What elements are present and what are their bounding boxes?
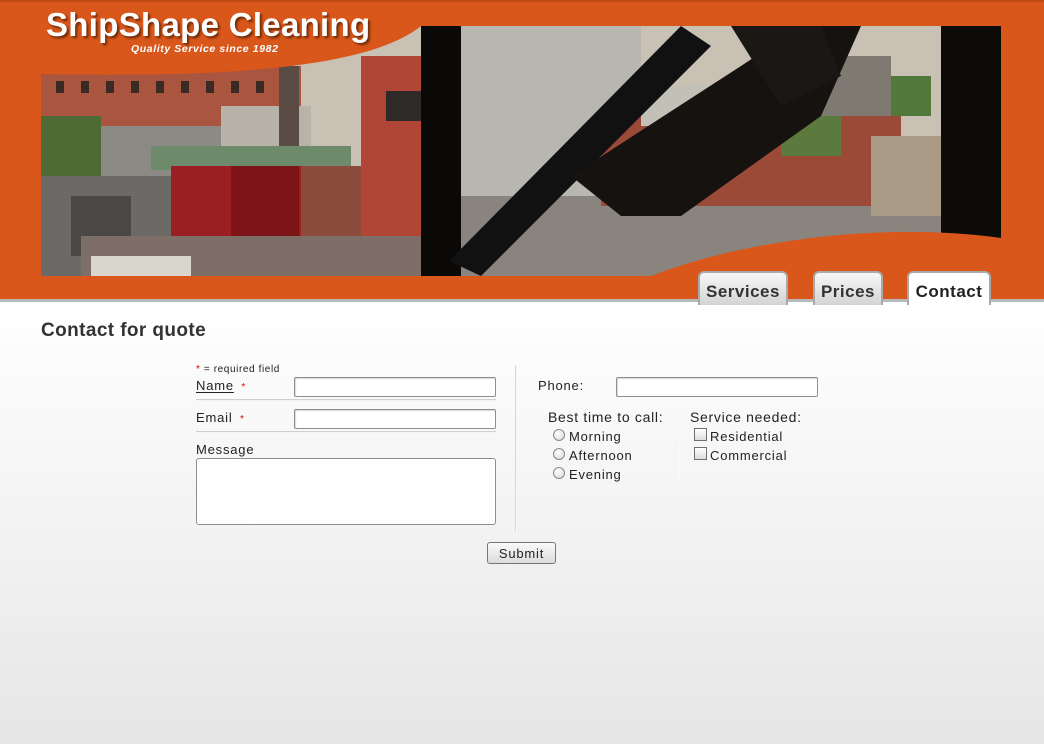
radio-afternoon-label[interactable]: Afternoon	[569, 448, 633, 463]
name-required-marker: *	[241, 382, 247, 393]
tab-contact[interactable]: Contact	[907, 271, 991, 305]
group-divider	[679, 410, 680, 482]
radio-afternoon[interactable]	[553, 448, 565, 460]
email-label-text: Email	[196, 410, 233, 425]
tab-services[interactable]: Services	[698, 271, 788, 305]
checkbox-commercial[interactable]	[694, 447, 707, 460]
email-required-marker: *	[239, 414, 245, 425]
required-note-text: = required field	[203, 364, 280, 375]
name-label: Name *	[196, 378, 246, 393]
required-field-note: * = required field	[196, 364, 280, 375]
radio-evening[interactable]	[553, 467, 565, 479]
form-column-divider	[515, 366, 517, 531]
banner-image	[41, 26, 1001, 276]
service-needed-heading: Service needed:	[690, 409, 802, 425]
banner-photo	[41, 26, 1001, 276]
page-title: Contact for quote	[41, 320, 207, 341]
message-textarea[interactable]	[196, 458, 496, 525]
radio-morning[interactable]	[553, 429, 565, 441]
checkbox-residential-label[interactable]: Residential	[710, 429, 783, 444]
submit-button[interactable]: Submit	[487, 542, 556, 564]
email-label: Email *	[196, 410, 245, 425]
radio-evening-label[interactable]: Evening	[569, 467, 622, 482]
site-tagline: Quality Service since 1982	[131, 43, 279, 55]
email-field[interactable]	[294, 409, 496, 429]
header-topline	[0, 0, 1044, 2]
best-time-heading: Best time to call:	[548, 409, 664, 425]
name-label-text: Name	[196, 378, 234, 393]
required-marker: *	[196, 364, 201, 375]
checkbox-residential[interactable]	[694, 428, 707, 441]
site-logo-title[interactable]: ShipShape Cleaning	[46, 6, 370, 44]
message-label: Message	[196, 442, 255, 457]
site-header: ShipShape Cleaning Quality Service since…	[0, 0, 1044, 305]
checkbox-commercial-label[interactable]: Commercial	[710, 448, 787, 463]
phone-field[interactable]	[616, 377, 818, 397]
email-divider	[196, 431, 496, 433]
name-divider	[196, 399, 496, 401]
radio-morning-label[interactable]: Morning	[569, 429, 622, 444]
phone-label: Phone:	[538, 378, 585, 393]
name-field[interactable]	[294, 377, 496, 397]
tab-prices[interactable]: Prices	[813, 271, 883, 305]
